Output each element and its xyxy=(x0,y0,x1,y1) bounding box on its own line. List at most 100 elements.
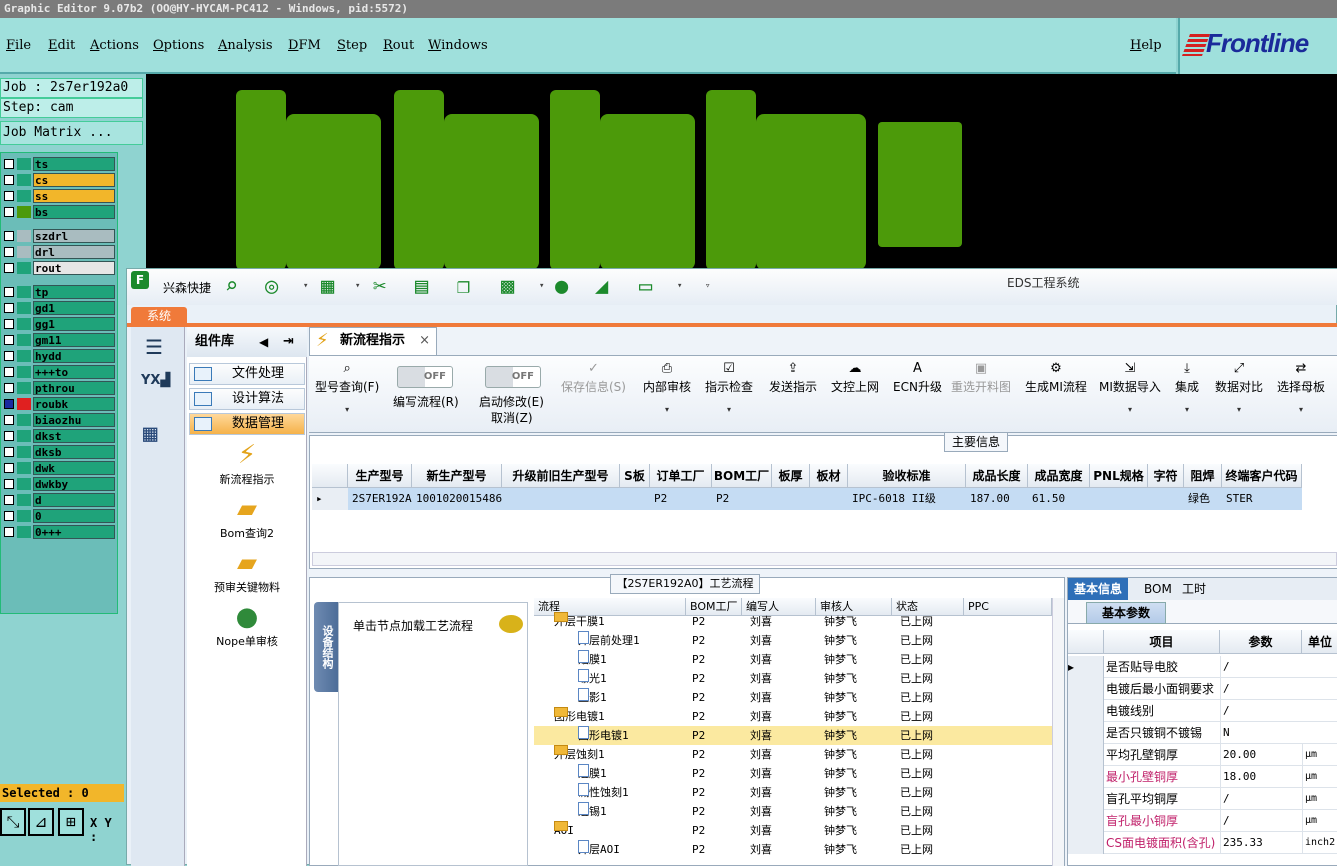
monitor-icon[interactable]: ▭ xyxy=(639,275,652,299)
layer-checkbox[interactable] xyxy=(4,399,14,409)
layer-row[interactable]: ts xyxy=(1,157,117,171)
layer-checkbox[interactable] xyxy=(4,159,14,169)
grid-col-header[interactable]: 订单工厂 xyxy=(650,464,712,488)
layer-row[interactable]: szdrl xyxy=(1,229,117,243)
grid-cell[interactable] xyxy=(772,488,810,510)
chevron-down-icon[interactable]: ▾ xyxy=(677,281,682,291)
layer-checkbox[interactable] xyxy=(4,191,14,201)
reselect-cutting-button[interactable]: ▣ 重选开料图 xyxy=(951,362,1011,395)
grid-cell[interactable]: 绿色 xyxy=(1184,488,1222,510)
layer-row[interactable]: +++to xyxy=(1,365,117,379)
tree-row[interactable]: 退锡1 P2 刘喜 钟梦飞 已上网 xyxy=(534,802,1052,821)
layer-row[interactable]: 0+++ xyxy=(1,525,117,539)
grid-icon[interactable]: ⊞ xyxy=(58,808,84,836)
menu-file[interactable]: File xyxy=(6,38,31,53)
layer-checkbox[interactable] xyxy=(4,479,14,489)
grid-col-header[interactable]: 终端客户代码 xyxy=(1222,464,1302,488)
mi-import-button[interactable]: ⇲ MI数据导入 ▾ xyxy=(1099,362,1161,415)
layer-checkbox[interactable] xyxy=(4,207,14,217)
tree-row[interactable]: 显影1 P2 刘喜 钟梦飞 已上网 xyxy=(534,688,1052,707)
param-row[interactable]: 最小孔壁铜厚 18.00 μm xyxy=(1068,766,1337,788)
grid-cell[interactable]: IPC-6018 II级 xyxy=(848,488,966,510)
layer-checkbox[interactable] xyxy=(4,511,14,521)
param-value[interactable]: / xyxy=(1220,810,1302,832)
menu-edit[interactable]: Edit xyxy=(48,38,75,53)
layer-checkbox[interactable] xyxy=(4,495,14,505)
layer-checkbox[interactable] xyxy=(4,447,14,457)
layer-row[interactable]: d xyxy=(1,493,117,507)
grid-cell[interactable]: 10010200154864 xyxy=(412,488,502,510)
tree-row[interactable]: 外层AOI P2 刘喜 钟梦飞 已上网 xyxy=(534,840,1052,859)
pin-icon[interactable]: ⇥ xyxy=(283,327,294,357)
param-row[interactable]: ▸ 是否贴导电胶 / xyxy=(1068,656,1337,678)
user-icon[interactable]: ● xyxy=(555,275,568,299)
model-query-button[interactable]: ⌕ 型号查询(F) ▾ xyxy=(315,362,379,415)
layer-checkbox[interactable] xyxy=(4,175,14,185)
layer-checkbox[interactable] xyxy=(4,287,14,297)
tool-nope-review[interactable]: ● Nope单审核 xyxy=(187,601,307,649)
tab-labor-hours[interactable]: 工时 xyxy=(1176,578,1212,600)
start-modify-toggle[interactable]: OFF xyxy=(485,366,541,388)
measure-icon[interactable]: ⊿ xyxy=(28,808,54,836)
param-row[interactable]: 电镀线别 / xyxy=(1068,700,1337,722)
tree-row[interactable]: 图形电镀1 P2 刘喜 钟梦飞 已上网 xyxy=(534,726,1052,745)
area-chart-icon[interactable]: ◢ xyxy=(595,275,608,299)
calculator-icon[interactable]: ▦ xyxy=(143,419,157,447)
grid-cell[interactable]: P2 xyxy=(650,488,712,510)
menu-options[interactable]: Options xyxy=(153,38,204,53)
layer-checkbox[interactable] xyxy=(4,367,14,377)
layer-row[interactable]: dkst xyxy=(1,429,117,443)
generate-mi-button[interactable]: ⚙ 生成MI流程 xyxy=(1025,362,1087,395)
tree-row[interactable]: 曝光1 P2 刘喜 钟梦飞 已上网 xyxy=(534,669,1052,688)
tree-row[interactable]: −外层干膜1 P2 刘喜 钟梦飞 已上网 xyxy=(534,612,1052,631)
layer-checkbox[interactable] xyxy=(4,247,14,257)
grid-cell[interactable]: 2S7ER192A0 xyxy=(348,488,412,510)
grid-col-header[interactable]: 成品长度 xyxy=(966,464,1028,488)
search-icon[interactable]: ⌕ xyxy=(225,275,238,299)
tree-row[interactable]: 退膜1 P2 刘喜 钟梦飞 已上网 xyxy=(534,764,1052,783)
tab-new-flow[interactable]: ⚡ 新流程指示 × xyxy=(309,327,437,355)
param-value[interactable]: / xyxy=(1220,656,1302,678)
tool-prereview[interactable]: ▰ 预审关键物料 xyxy=(187,547,307,595)
grid-cell[interactable] xyxy=(620,488,650,510)
grid-col-header[interactable]: BOM工厂 xyxy=(712,464,772,488)
chevron-down-icon[interactable]: ▾ xyxy=(355,281,360,291)
param-value[interactable]: 18.00 xyxy=(1220,766,1302,788)
menu-windows[interactable]: Windows xyxy=(428,38,488,53)
zoom-icon[interactable]: ⤡ xyxy=(0,808,26,836)
grid-cell[interactable] xyxy=(810,488,848,510)
layer-row[interactable]: roubk xyxy=(1,397,117,411)
layer-checkbox[interactable] xyxy=(4,319,14,329)
select-motherboard-button[interactable]: ⇄ 选择母板 ▾ xyxy=(1277,362,1325,415)
grid-cell[interactable] xyxy=(502,488,620,510)
tool-bom-query[interactable]: ▰ Bom查询2 xyxy=(187,493,307,541)
layer-checkbox[interactable] xyxy=(4,431,14,441)
tree-row[interactable]: 碱性蚀刻1 P2 刘喜 钟梦飞 已上网 xyxy=(534,783,1052,802)
grid-apps-icon[interactable]: ▩ xyxy=(501,275,514,299)
grid-col-header[interactable]: 阻焊 xyxy=(1184,464,1222,488)
layer-row[interactable]: tp xyxy=(1,285,117,299)
layer-row[interactable]: ss xyxy=(1,189,117,203)
param-row[interactable]: 是否只镀铜不镀锡 N xyxy=(1068,722,1337,744)
layer-row[interactable]: cs xyxy=(1,173,117,187)
job-matrix-button[interactable]: Job Matrix ... xyxy=(0,121,143,145)
grid-col-header[interactable]: PNL规格 xyxy=(1090,464,1148,488)
vertical-scrollbar[interactable] xyxy=(1052,598,1064,866)
layer-checkbox[interactable] xyxy=(4,351,14,361)
arrow-left-icon[interactable]: ◀ xyxy=(259,327,268,357)
save-info-button[interactable]: ✓ 保存信息(S) xyxy=(561,362,626,395)
comp-item-data-management[interactable]: 数据管理 xyxy=(189,413,305,435)
grid-col-header[interactable]: 验收标准 xyxy=(848,464,966,488)
layer-row[interactable]: pthrou xyxy=(1,381,117,395)
grid-col-header[interactable]: 升级前旧生产型号 xyxy=(502,464,620,488)
data-compare-button[interactable]: ⤢ 数据对比 ▾ xyxy=(1215,362,1263,415)
grid-cell[interactable] xyxy=(1090,488,1148,510)
param-row[interactable]: 电镀后最小面铜要求 / xyxy=(1068,678,1337,700)
layer-row[interactable]: bs xyxy=(1,205,117,219)
grid-col-header[interactable]: S板 xyxy=(620,464,650,488)
layer-row[interactable]: biaozhu xyxy=(1,413,117,427)
send-instruction-button[interactable]: ⇪ 发送指示 xyxy=(769,362,817,395)
layer-row[interactable]: 0 xyxy=(1,509,117,523)
layer-row[interactable]: gd1 xyxy=(1,301,117,315)
param-row[interactable]: 盲孔平均铜厚 / μm xyxy=(1068,788,1337,810)
